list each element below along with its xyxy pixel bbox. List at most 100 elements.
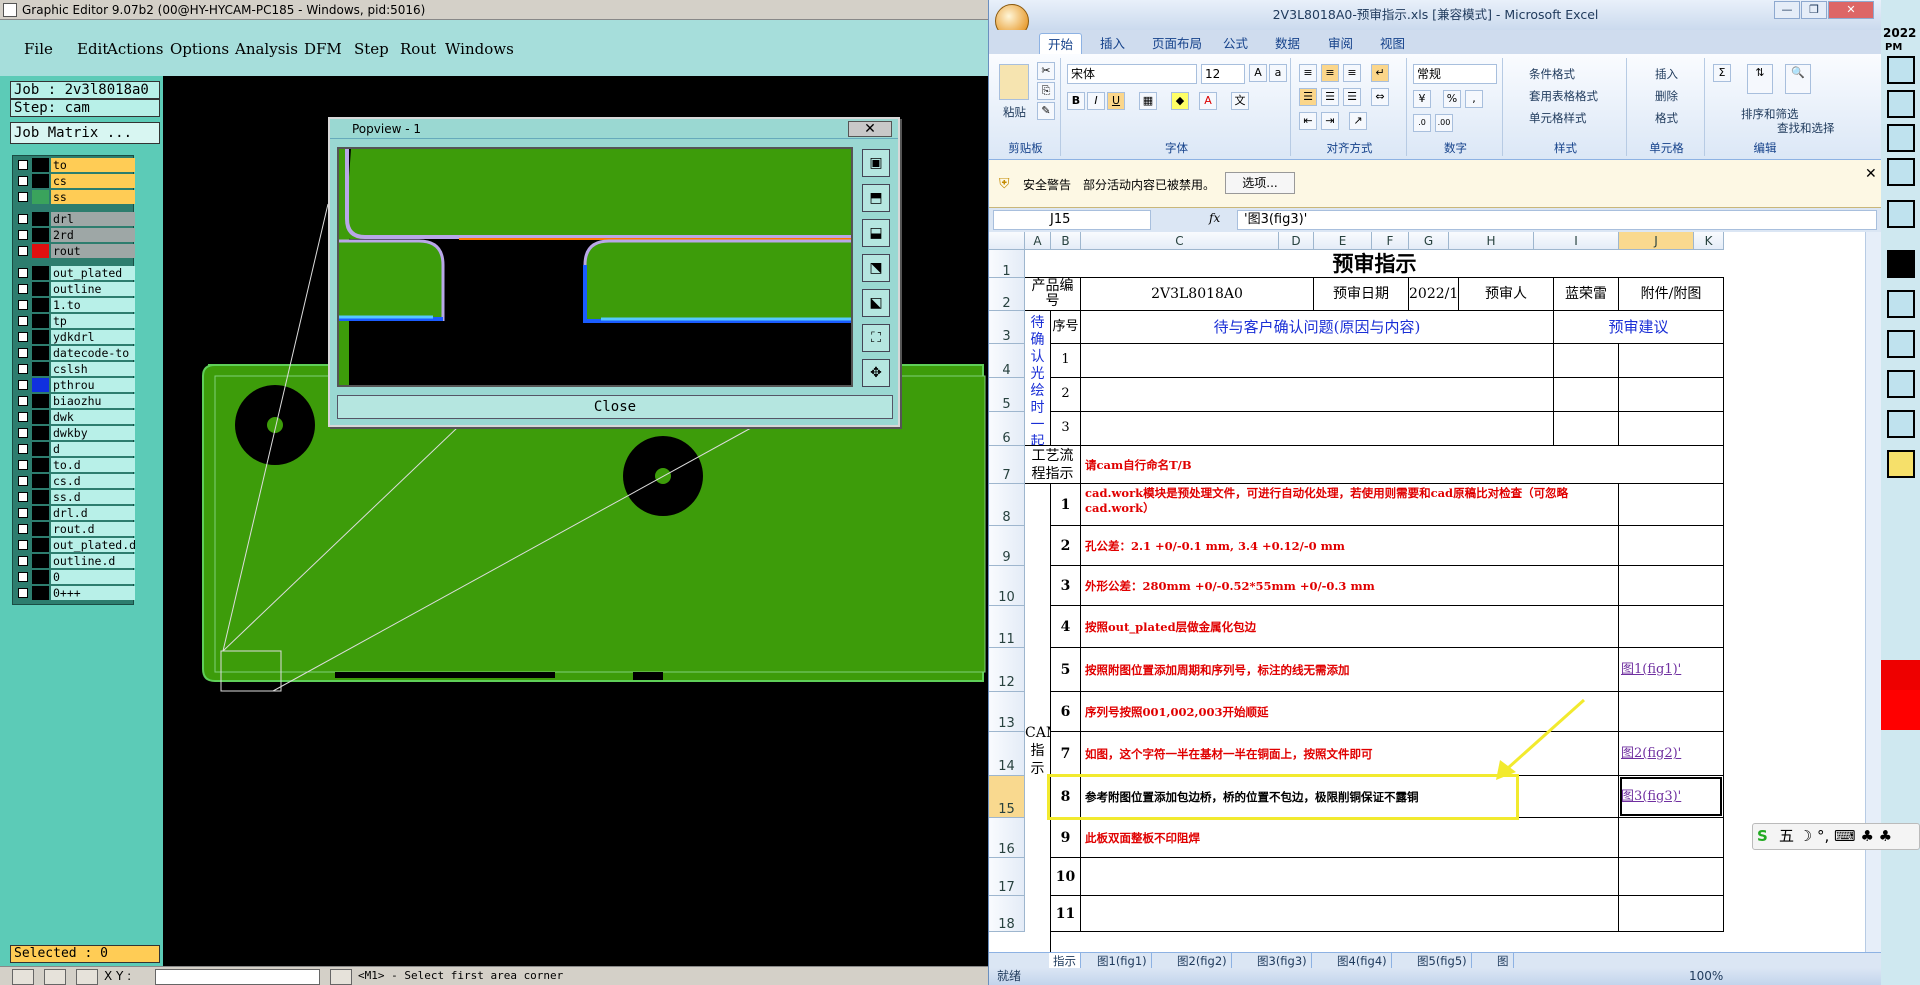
row-header[interactable]: 15 bbox=[989, 776, 1025, 818]
grow-font-icon[interactable]: A bbox=[1249, 64, 1267, 82]
pan-up-icon[interactable]: ⬒ bbox=[862, 184, 890, 212]
layer-checkbox[interactable] bbox=[18, 348, 28, 358]
item-text[interactable]: 孔公差：2.1 +0/-0.1 mm, 3.4 +0.12/-0 mm bbox=[1081, 526, 1619, 566]
layer-checkbox[interactable] bbox=[18, 300, 28, 310]
sheet-title[interactable]: 预审指示 bbox=[1025, 250, 1724, 278]
layer-row[interactable]: dwkby bbox=[15, 426, 135, 440]
font-color-icon[interactable]: A bbox=[1199, 92, 1217, 110]
row-header[interactable]: 1 bbox=[989, 250, 1025, 279]
pan-right-icon[interactable]: ⬕ bbox=[862, 289, 890, 317]
popview-close-x-button[interactable]: ✕ bbox=[848, 121, 892, 137]
status-tool-2[interactable] bbox=[44, 969, 66, 985]
maximize-button[interactable]: ❐ bbox=[1801, 1, 1827, 19]
layer-row[interactable]: rout bbox=[15, 244, 135, 258]
layer-checkbox[interactable] bbox=[18, 508, 28, 518]
layer-checkbox[interactable] bbox=[18, 246, 28, 256]
cam-label[interactable]: CAM指示 bbox=[1025, 484, 1051, 952]
pending-number[interactable]: 2 bbox=[1051, 378, 1081, 412]
status-tool-3[interactable] bbox=[76, 969, 98, 985]
column-header[interactable]: F bbox=[1372, 232, 1409, 250]
layer-checkbox[interactable] bbox=[18, 444, 28, 454]
row-header[interactable]: 17 bbox=[989, 858, 1025, 896]
pending-issue-cell[interactable] bbox=[1081, 344, 1554, 378]
item-link[interactable] bbox=[1619, 526, 1724, 566]
column-header[interactable]: E bbox=[1314, 232, 1372, 250]
worksheet-grid[interactable]: A B C D E F G H I J K 1 2 3 4 5 6 7 8 9 10 11 12 13 14 15 16 17 18 预审… bbox=[989, 232, 1882, 952]
zoom-fit-icon[interactable]: ▣ bbox=[862, 149, 890, 177]
layer-row[interactable]: drl bbox=[15, 212, 135, 226]
number-format-select[interactable]: 常规 bbox=[1413, 64, 1497, 84]
column-header[interactable]: A bbox=[1025, 232, 1051, 250]
layer-row[interactable]: outline bbox=[15, 282, 135, 296]
layer-row[interactable]: 0 bbox=[15, 570, 135, 584]
align-middle-icon[interactable]: ≡ bbox=[1321, 64, 1339, 82]
item-link[interactable] bbox=[1619, 484, 1724, 526]
row-header[interactable]: 7 bbox=[989, 446, 1025, 484]
layer-row[interactable]: biaozhu bbox=[15, 394, 135, 408]
pan-down-icon[interactable]: ⬓ bbox=[862, 219, 890, 247]
layer-row[interactable]: to bbox=[15, 158, 135, 172]
font-size-select[interactable]: 12 bbox=[1201, 64, 1245, 84]
layer-row[interactable]: datecode-to bbox=[15, 346, 135, 360]
right-tool-10[interactable] bbox=[1887, 410, 1915, 438]
row-header[interactable]: 11 bbox=[989, 606, 1025, 648]
layer-row[interactable]: cs bbox=[15, 174, 135, 188]
copy-icon[interactable]: ⎘ bbox=[1037, 82, 1055, 100]
inc-decimal-icon[interactable]: .0 bbox=[1413, 114, 1431, 132]
layer-checkbox[interactable] bbox=[18, 428, 28, 438]
process-attach-cell[interactable] bbox=[1619, 446, 1724, 484]
seq-label[interactable]: 序号 bbox=[1051, 311, 1081, 344]
row-header[interactable]: 3 bbox=[989, 311, 1025, 344]
merge-icon[interactable]: ⇔ bbox=[1371, 88, 1389, 106]
layer-row[interactable]: 1.to bbox=[15, 298, 135, 312]
row-header[interactable]: 18 bbox=[989, 896, 1025, 932]
layer-row[interactable]: out_plated bbox=[15, 266, 135, 280]
menu-actions[interactable]: Actions bbox=[107, 40, 163, 58]
layer-checkbox[interactable] bbox=[18, 284, 28, 294]
wrap-text-icon[interactable]: ↵ bbox=[1371, 64, 1389, 82]
item-number[interactable]: 6 bbox=[1051, 692, 1081, 732]
layer-row[interactable]: cs.d bbox=[15, 474, 135, 488]
layer-row[interactable]: dwk bbox=[15, 410, 135, 424]
layer-checkbox[interactable] bbox=[18, 176, 28, 186]
dec-decimal-icon[interactable]: .00 bbox=[1435, 114, 1453, 132]
item-number[interactable]: 7 bbox=[1051, 732, 1081, 776]
indent-increase-icon[interactable]: ⇥ bbox=[1321, 112, 1339, 130]
autosum-icon[interactable]: Σ bbox=[1713, 64, 1731, 82]
column-header[interactable]: I bbox=[1534, 232, 1619, 250]
find-select-icon[interactable]: 🔍 bbox=[1785, 64, 1811, 94]
delete-cells-button[interactable]: 删除 bbox=[1655, 88, 1678, 104]
layer-row[interactable]: rout.d bbox=[15, 522, 135, 536]
border-icon[interactable]: ▦ bbox=[1139, 92, 1157, 110]
menu-options[interactable]: Options bbox=[170, 40, 229, 58]
layer-row[interactable]: ss.d bbox=[15, 490, 135, 504]
name-box[interactable]: J15 bbox=[993, 210, 1151, 230]
column-header[interactable]: D bbox=[1279, 232, 1314, 250]
layer-checkbox[interactable] bbox=[18, 192, 28, 202]
column-header[interactable]: H bbox=[1449, 232, 1534, 250]
attach-label[interactable]: 附件/附图 bbox=[1619, 278, 1724, 311]
tab-review[interactable]: 审阅 bbox=[1320, 33, 1361, 54]
table-format-button[interactable]: 套用表格格式 bbox=[1529, 88, 1598, 104]
ime-bar[interactable]: S 五 ☽ °, ⌨ ♣ ♣ bbox=[1752, 823, 1920, 850]
right-tool-8[interactable] bbox=[1887, 330, 1915, 358]
pending-attach-cell[interactable] bbox=[1619, 344, 1724, 378]
row-header[interactable]: 9 bbox=[989, 526, 1025, 566]
sheet-tab[interactable]: 图 bbox=[1493, 953, 1514, 969]
find-select-label[interactable]: 查找和选择 bbox=[1777, 120, 1835, 136]
item-text[interactable]: 按照out_plated层做金属化包边 bbox=[1081, 606, 1619, 648]
row-header[interactable]: 14 bbox=[989, 732, 1025, 776]
align-center-icon[interactable]: ☰ bbox=[1321, 88, 1339, 106]
formula-input[interactable]: '图3(fig3)' bbox=[1237, 210, 1877, 230]
align-bottom-icon[interactable]: ≡ bbox=[1343, 64, 1361, 82]
popview-close-button[interactable]: Close bbox=[337, 395, 893, 419]
item-link[interactable] bbox=[1619, 566, 1724, 606]
tab-formulas[interactable]: 公式 bbox=[1215, 33, 1256, 54]
tab-data[interactable]: 数据 bbox=[1267, 33, 1308, 54]
reviewer-label[interactable]: 预审人 bbox=[1459, 278, 1554, 311]
row-header[interactable]: 10 bbox=[989, 566, 1025, 606]
item-link[interactable]: 图1(fig1)' bbox=[1619, 648, 1724, 692]
pending-advice-cell[interactable] bbox=[1554, 344, 1619, 378]
layer-row[interactable]: pthrou bbox=[15, 378, 135, 392]
select-all-corner[interactable] bbox=[989, 232, 1025, 250]
